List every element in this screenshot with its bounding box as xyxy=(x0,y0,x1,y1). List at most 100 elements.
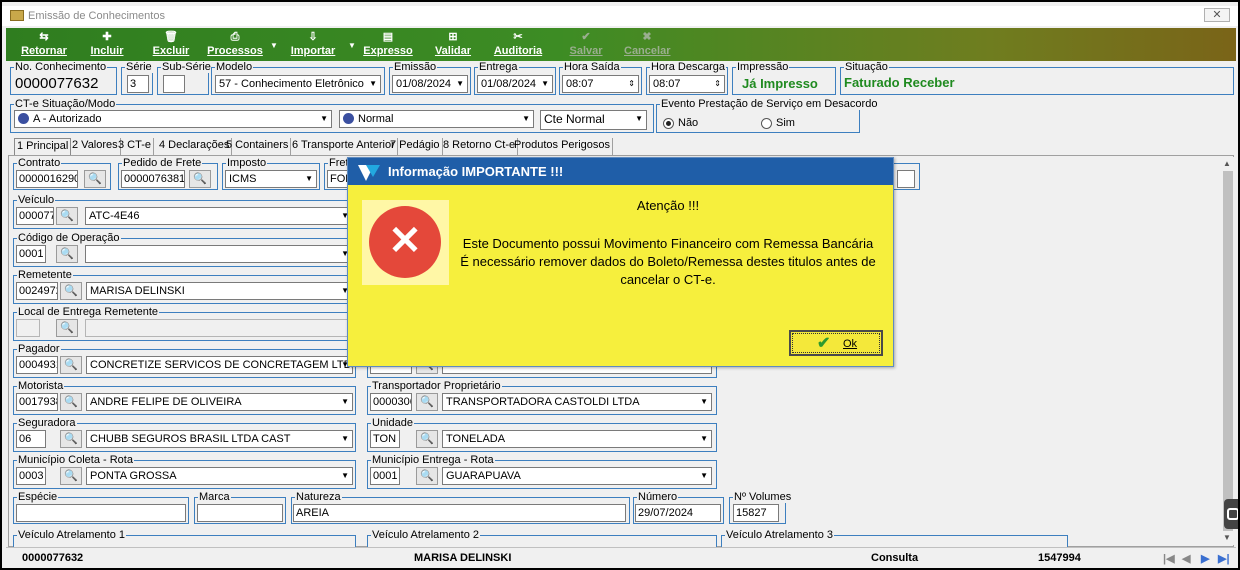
serie-group: Série 3 xyxy=(121,61,153,95)
close-button[interactable]: ✕ xyxy=(1204,8,1230,22)
cte-situacao-select[interactable]: A - Autorizado ▼ xyxy=(14,110,332,128)
veiculo-select[interactable]: ATC-4E46 ▼ xyxy=(85,207,353,225)
search-button[interactable]: 🔍 xyxy=(60,467,82,485)
validar-button[interactable]: ⊞ Validar xyxy=(426,29,480,60)
side-panel-icon[interactable] xyxy=(1224,499,1238,529)
prev-record-icon[interactable]: ◀ xyxy=(1182,552,1190,565)
search-button[interactable]: 🔍 xyxy=(56,207,78,225)
volumes-input[interactable]: 15827 xyxy=(733,504,779,522)
emissao-date[interactable]: 01/08/2024 ▼ xyxy=(392,75,468,93)
dropdown-arrow-icon[interactable]: ▼ xyxy=(348,41,356,50)
radio-nao-label: Não xyxy=(678,117,699,129)
cte-tipo-select[interactable]: Cte Normal ▼ xyxy=(540,110,647,130)
natureza-input[interactable]: AREIA xyxy=(293,504,626,522)
operacao-select[interactable]: ▼ xyxy=(85,245,353,263)
hora-saida-group: Hora Saída 08:07 ⇕ xyxy=(559,61,642,95)
mun-entrega-code[interactable]: 0001 xyxy=(370,467,400,485)
operacao-code[interactable]: 0001 xyxy=(16,245,46,263)
search-button[interactable]: 🔍 xyxy=(416,393,438,411)
mun-coleta-code[interactable]: 0003 xyxy=(16,467,46,485)
tab-4[interactable]: 4 Declarações xyxy=(157,138,233,155)
vertical-scrollbar[interactable]: ▲ ▼ xyxy=(1221,157,1235,545)
subserie-input[interactable] xyxy=(163,75,185,93)
natureza-group: Natureza AREIA xyxy=(291,491,630,524)
imposto-select[interactable]: ICMS ▼ xyxy=(225,170,317,188)
hora-descarga-spinner[interactable]: 08:07 ⇕ xyxy=(649,75,725,93)
search-button[interactable]: 🔍 xyxy=(60,356,82,374)
search-button[interactable]: 🔍 xyxy=(84,170,106,188)
search-button[interactable]: 🔍 xyxy=(56,245,78,263)
serie-input[interactable]: 3 xyxy=(127,75,149,93)
modelo-group: Modelo 57 - Conhecimento Eletrônico ▼ xyxy=(211,61,385,95)
cte-modo-select[interactable]: Normal ▼ xyxy=(339,110,534,128)
dropdown-arrow-icon[interactable]: ▼ xyxy=(270,41,278,50)
importar-button[interactable]: ⇩ Importar xyxy=(282,29,344,60)
salvar-button[interactable]: ✔ Salvar xyxy=(566,29,606,60)
search-button[interactable]: 🔍 xyxy=(60,430,82,448)
tab-6[interactable]: 6 Transporte Anterior xyxy=(290,138,398,155)
operacao-group: Código de Operação 0001 🔍 ▼ xyxy=(13,232,356,267)
pagador-code[interactable]: 0004931 xyxy=(16,356,58,374)
numero-input[interactable]: 29/07/2024 xyxy=(635,504,721,522)
especie-label: Espécie xyxy=(17,491,59,503)
tab-7[interactable]: 7 Pedágio xyxy=(388,138,443,155)
cancelar-button[interactable]: ✖ Cancelar xyxy=(624,29,670,60)
incluir-button[interactable]: ✚ Incluir xyxy=(80,29,134,60)
transportador-select[interactable]: TRANSPORTADORA CASTOLDI LTDA ▼ xyxy=(442,393,712,411)
tab-8[interactable]: 8 Retorno Ct-e xyxy=(441,138,519,155)
important-info-dialog: Informação IMPORTANTE !!! ✕ Atenção !!! … xyxy=(347,157,894,367)
seguradora-select[interactable]: CHUBB SEGUROS BRASIL LTDA CAST ▼ xyxy=(86,430,353,448)
radio-nao[interactable] xyxy=(663,118,674,129)
hora-saida-label: Hora Saída xyxy=(563,61,621,73)
search-button[interactable]: 🔍 xyxy=(416,430,438,448)
first-record-icon[interactable]: |◀ xyxy=(1163,552,1175,565)
processos-button[interactable]: ⎙ Processos xyxy=(204,29,266,60)
motorista-select[interactable]: ANDRE FELIPE DE OLIVEIRA ▼ xyxy=(86,393,353,411)
entrega-date[interactable]: 01/08/2024 ▼ xyxy=(477,75,553,93)
expresso-button[interactable]: ▤ Expresso xyxy=(360,29,416,60)
retornar-button[interactable]: ⇆ Retornar xyxy=(14,29,74,60)
status-numero: 0000077632 xyxy=(22,552,84,564)
unidade-code[interactable]: TON xyxy=(370,430,400,448)
hidden-field-input[interactable] xyxy=(897,170,915,188)
radio-sim[interactable] xyxy=(761,118,772,129)
search-button[interactable]: 🔍 xyxy=(416,467,438,485)
search-button[interactable]: 🔍 xyxy=(189,170,211,188)
last-record-icon[interactable]: ▶| xyxy=(1218,552,1230,565)
entrega-group: Entrega 01/08/2024 ▼ xyxy=(474,61,556,95)
pagador-select[interactable]: CONCRETIZE SERVICOS DE CONCRETAGEM LTDA ▼ xyxy=(86,356,353,374)
unidade-select[interactable]: TONELADA ▼ xyxy=(442,430,712,448)
search-button[interactable]: 🔍 xyxy=(60,393,82,411)
tab-5[interactable]: 5 Containers xyxy=(224,138,292,155)
import-icon: ⇩ xyxy=(308,31,318,43)
scroll-down-icon[interactable]: ▼ xyxy=(1223,533,1231,542)
veiculo-code[interactable]: 000077 xyxy=(16,207,54,225)
remetente-select[interactable]: MARISA DELINSKI ▼ xyxy=(86,282,353,300)
tab-9[interactable]: Produtos Perigosos xyxy=(512,138,613,155)
pedido-input[interactable]: 0000076381 xyxy=(121,170,185,188)
contrato-input[interactable]: 0000016290 xyxy=(16,170,78,188)
tab-2[interactable]: 2 Valores xyxy=(70,138,121,155)
unidade-group: Unidade TON 🔍 TONELADA ▼ xyxy=(367,417,717,452)
marca-input[interactable] xyxy=(197,504,283,522)
especie-input[interactable] xyxy=(16,504,186,522)
impressao-value: Já Impresso xyxy=(742,76,818,91)
search-button[interactable]: 🔍 xyxy=(60,282,82,300)
mun-coleta-select[interactable]: PONTA GROSSA ▼ xyxy=(86,467,353,485)
status-dot-icon xyxy=(18,113,29,124)
tab-1[interactable]: 1 Principal xyxy=(14,138,72,155)
scroll-thumb[interactable] xyxy=(1223,171,1233,531)
remetente-code[interactable]: 0024972 xyxy=(16,282,58,300)
hora-saida-spinner[interactable]: 08:07 ⇕ xyxy=(562,75,639,93)
motorista-code[interactable]: 0017938 xyxy=(16,393,58,411)
seguradora-code[interactable]: 06 xyxy=(16,430,46,448)
transportador-code[interactable]: 0000306 xyxy=(370,393,412,411)
excluir-button[interactable]: 🗑 Excluir xyxy=(144,29,198,60)
tab-3[interactable]: 3 CT-e xyxy=(116,138,155,155)
modelo-select[interactable]: 57 - Conhecimento Eletrônico ▼ xyxy=(215,75,381,93)
auditoria-button[interactable]: ✂ Auditoria xyxy=(488,29,548,60)
scroll-up-icon[interactable]: ▲ xyxy=(1223,159,1231,168)
next-record-icon[interactable]: ▶ xyxy=(1201,552,1209,565)
mun-entrega-select[interactable]: GUARAPUAVA ▼ xyxy=(442,467,712,485)
ok-button[interactable]: ✔ Ok xyxy=(789,330,883,356)
